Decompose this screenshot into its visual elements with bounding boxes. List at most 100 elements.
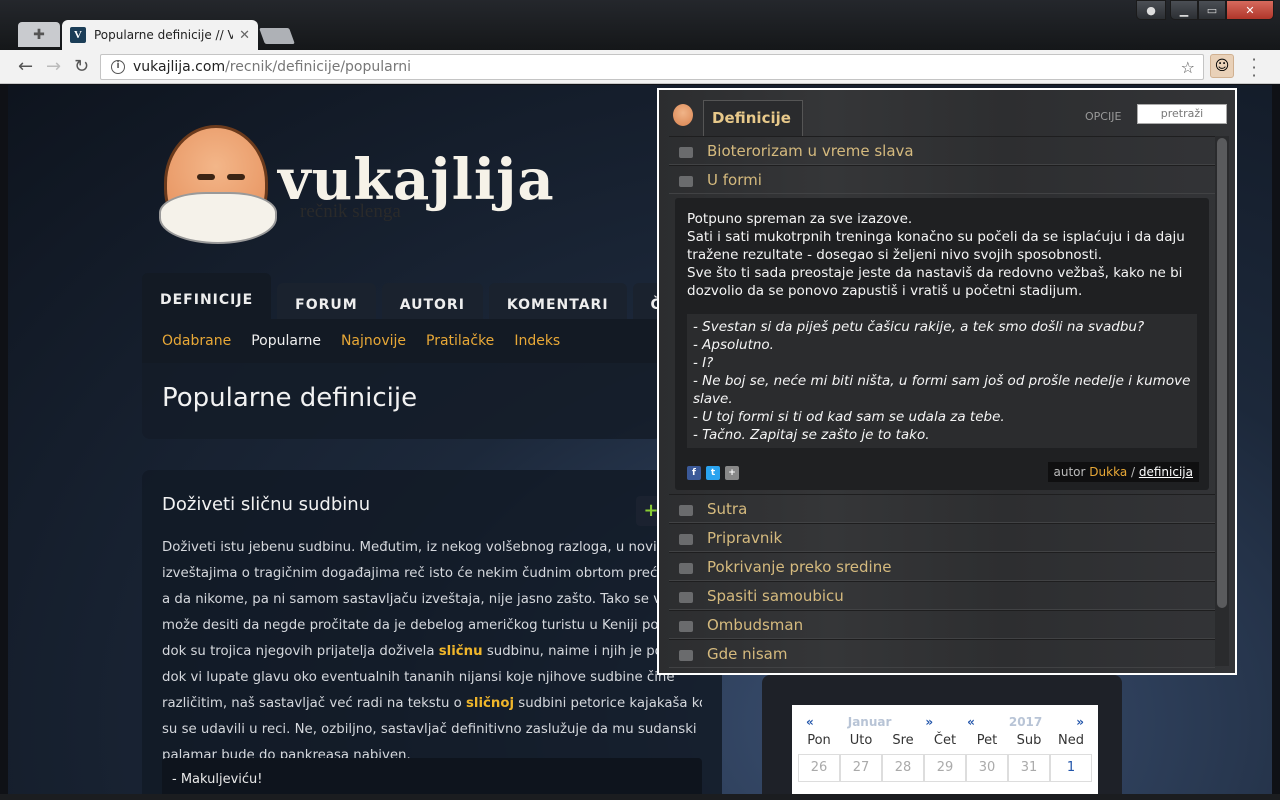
- puzzle-icon: ✚: [33, 26, 45, 43]
- calendar-day[interactable]: 27: [840, 754, 882, 782]
- forward-button[interactable]: →: [46, 56, 61, 77]
- weekday: Pon: [807, 733, 831, 748]
- new-tab-button[interactable]: [259, 28, 295, 44]
- next-year-button[interactable]: »: [1076, 715, 1084, 729]
- tab-close-icon[interactable]: ✕: [239, 28, 250, 43]
- list-item-title: Spasiti samoubicu: [707, 586, 844, 605]
- bookmark-star-icon[interactable]: ☆: [1181, 58, 1195, 77]
- page-title-box: Popularne definicije: [142, 363, 662, 439]
- minimize-button[interactable]: ▁: [1170, 0, 1198, 20]
- list-item-title: Bioterorizam u vreme slava: [707, 141, 914, 160]
- comment-icon: [679, 176, 693, 187]
- vukajlija-extension-button[interactable]: ☺: [1210, 54, 1234, 78]
- window-bottom-frame: [0, 794, 1280, 800]
- browser-menu-button[interactable]: · · ·: [1248, 52, 1260, 84]
- comment-icon: [679, 505, 693, 516]
- prev-month-button[interactable]: «: [806, 715, 814, 729]
- reload-button[interactable]: ↻: [74, 56, 89, 77]
- article-line: može desiti da negde pročitate da je deb…: [162, 618, 702, 633]
- calendar-day[interactable]: 26: [798, 754, 840, 782]
- tab-definicije[interactable]: Definicije: [703, 100, 803, 136]
- browser-window: ✚ V Popularne definicije // Vukajlija ✕ …: [0, 0, 1280, 800]
- next-month-button[interactable]: »: [925, 715, 933, 729]
- subnav-odabrane[interactable]: Odabrane: [162, 333, 231, 349]
- info-icon[interactable]: i: [111, 60, 125, 74]
- weekday: Sre: [892, 733, 914, 748]
- calendar-day[interactable]: 1: [1050, 754, 1092, 782]
- main-nav: DEFINICIJE FORUM AUTORI KOMENTARI ČET: [142, 273, 707, 327]
- share-buttons: f t +: [687, 466, 739, 480]
- list-item[interactable]: Pokrivanje preko sredine: [669, 552, 1215, 581]
- definition-article: Doživeti sličnu sudbinu + Doživeti istu …: [142, 470, 722, 794]
- definition-link[interactable]: definicija: [1139, 465, 1193, 479]
- calendar-month: Januar: [847, 715, 892, 729]
- site-logo[interactable]: vukajlija rečnik slenga: [159, 125, 600, 255]
- popup-header: Definicije OPCIJE pretraži: [659, 90, 1235, 136]
- calendar-dates: 26 27 28 29 30 31 1: [792, 748, 1098, 782]
- window-controls: ● ▁ ▭ ✕: [1136, 0, 1274, 20]
- subnav-pratilacke[interactable]: Pratilačke: [426, 333, 494, 349]
- article-line: dok su trojica njegovih prijatelja doživ…: [162, 644, 702, 659]
- calendar-day[interactable]: 28: [882, 754, 924, 782]
- list-item[interactable]: Sutra: [669, 494, 1215, 523]
- profile-button[interactable]: ●: [1136, 0, 1166, 20]
- article-line: Doživeti istu jebenu sudbinu. Međutim, i…: [162, 540, 702, 555]
- list-item-title: Pripravnik: [707, 528, 783, 547]
- list-item-title: Gde nisam: [707, 644, 788, 663]
- options-link[interactable]: OPCIJE: [1085, 110, 1121, 123]
- url-domain: vukajlija.com: [133, 59, 226, 75]
- definition-list: Bioterorizam u vreme slava U formi Potpu…: [669, 136, 1215, 668]
- list-item[interactable]: Bioterorizam u vreme slava: [669, 136, 1215, 165]
- article-title[interactable]: Doživeti sličnu sudbinu: [162, 494, 702, 515]
- vukajlija-avatar-icon: [673, 104, 693, 126]
- list-item-title: U formi: [707, 170, 762, 189]
- plus-share-icon[interactable]: +: [725, 466, 739, 480]
- tab-title: Popularne definicije // Vukajlija: [94, 28, 234, 42]
- logo-face-icon: [159, 125, 277, 244]
- list-item-title: Sutra: [707, 499, 748, 518]
- list-item-title: Pokrivanje preko sredine: [707, 557, 892, 576]
- sub-nav: Odabrane Popularne Najnovije Pratilačke …: [142, 319, 662, 363]
- calendar: « Januar » « 2017 » Pon Uto Sre Čet Pet …: [792, 705, 1098, 794]
- subnav-najnovije[interactable]: Najnovije: [341, 333, 406, 349]
- list-item[interactable]: U formi: [669, 165, 1215, 194]
- favicon-icon: V: [70, 27, 86, 43]
- author-link[interactable]: Dukka: [1089, 465, 1127, 479]
- extensions-tab[interactable]: ✚: [18, 22, 60, 47]
- calendar-day[interactable]: 31: [1008, 754, 1050, 782]
- popup-scrollbar-thumb[interactable]: [1217, 138, 1227, 608]
- prev-year-button[interactable]: «: [967, 715, 975, 729]
- address-bar[interactable]: i vukajlija.com/recnik/definicije/popula…: [100, 54, 1204, 80]
- article-link-slicnu[interactable]: sličnu: [439, 644, 483, 659]
- facebook-icon[interactable]: f: [687, 466, 701, 480]
- article-line: su se udavili u reci. Ne, ozbiljno, sast…: [162, 722, 697, 737]
- author-prefix: autor: [1053, 465, 1086, 479]
- browser-toolbar: ← → ↻ i vukajlija.com/recnik/definicije/…: [0, 50, 1280, 84]
- maximize-button[interactable]: ▭: [1198, 0, 1226, 20]
- search-button[interactable]: pretraži: [1137, 104, 1227, 124]
- maximize-icon: ▭: [1206, 3, 1218, 17]
- page-title: Popularne definicije: [162, 383, 418, 413]
- article-line: dok vi lupate glavu oko eventualnih tana…: [162, 670, 675, 685]
- article-link-slicnoj[interactable]: sličnoj: [466, 696, 514, 711]
- calendar-day[interactable]: 29: [924, 754, 966, 782]
- list-item[interactable]: Spasiti samoubicu: [669, 581, 1215, 610]
- twitter-icon[interactable]: t: [706, 466, 720, 480]
- calendar-day[interactable]: 30: [966, 754, 1008, 782]
- vukajlija-face-icon: ☺: [1214, 58, 1230, 74]
- subnav-indeks[interactable]: Indeks: [514, 333, 560, 349]
- weekday: Sub: [1016, 733, 1042, 748]
- subnav-popularne[interactable]: Popularne: [251, 333, 321, 349]
- back-button[interactable]: ←: [18, 56, 33, 77]
- list-item[interactable]: Gde nisam: [669, 639, 1215, 668]
- comment-icon: [679, 147, 693, 158]
- active-tab[interactable]: V Popularne definicije // Vukajlija ✕: [62, 20, 258, 50]
- calendar-weekdays: Pon Uto Sre Čet Pet Sub Ned: [792, 729, 1098, 748]
- article-example: - Makuljeviću!: [162, 758, 702, 794]
- list-item[interactable]: Ombudsman: [669, 610, 1215, 639]
- close-window-button[interactable]: ✕: [1226, 0, 1274, 20]
- definition-example: - Svestan si da piješ petu čašicu rakije…: [687, 314, 1197, 448]
- minimize-icon: ▁: [1179, 3, 1189, 17]
- list-item[interactable]: Pripravnik: [669, 523, 1215, 552]
- weekday: Čet: [933, 733, 957, 748]
